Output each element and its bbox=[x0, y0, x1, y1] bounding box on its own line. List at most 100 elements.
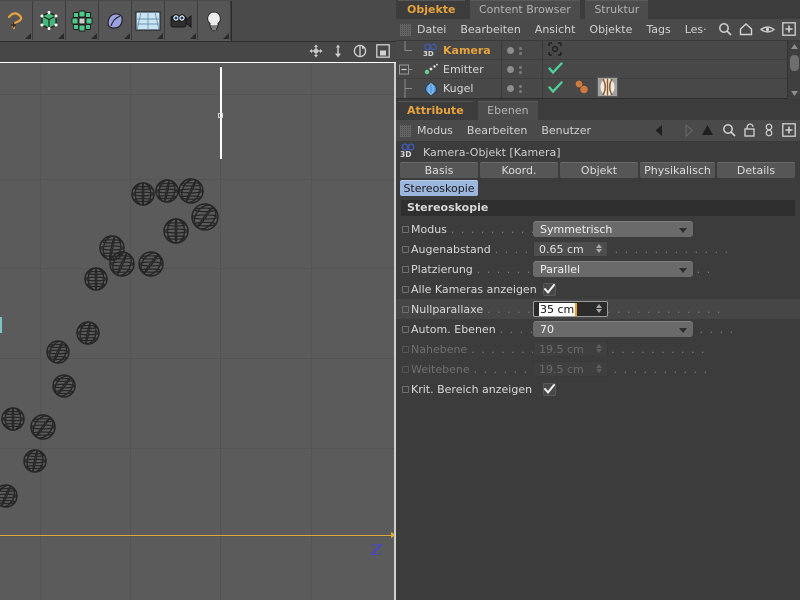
plus-box-icon[interactable] bbox=[782, 22, 796, 39]
material-tag-dots-icon[interactable] bbox=[574, 79, 592, 98]
object-name[interactable]: Kamera bbox=[440, 44, 491, 57]
visibility-dot[interactable] bbox=[507, 66, 514, 73]
menu-benutzer[interactable]: Benutzer bbox=[541, 124, 591, 137]
back-arrow-icon[interactable] bbox=[655, 124, 670, 140]
animation-track-bullet-nullparallaxe[interactable] bbox=[402, 305, 409, 313]
checkbox-krit-bereich-anzeigen[interactable] bbox=[543, 382, 556, 396]
animation-track-bullet-krit-bereich-anzeigen[interactable] bbox=[402, 385, 409, 393]
menu-lesezeichen[interactable]: Les· bbox=[685, 23, 707, 36]
object-tags[interactable] bbox=[548, 77, 618, 100]
environment-floor-icon[interactable] bbox=[132, 1, 165, 40]
dropdown-modus[interactable]: Symmetrisch bbox=[533, 221, 693, 237]
table-row[interactable]: Kugel bbox=[396, 77, 800, 100]
dropdown-autom-ebenen[interactable]: 70 bbox=[533, 321, 693, 337]
check-tag-icon[interactable] bbox=[548, 80, 563, 97]
object-tags[interactable] bbox=[548, 60, 563, 79]
animation-track-bullet-autom-ebenen[interactable] bbox=[402, 325, 409, 333]
sphere-icon[interactable] bbox=[422, 82, 440, 96]
tree-connector bbox=[396, 79, 422, 98]
object-visibility-dots[interactable] bbox=[501, 60, 543, 79]
nurbs-generator-icon[interactable] bbox=[66, 1, 99, 40]
scroll-down-arrow-icon[interactable] bbox=[788, 89, 800, 98]
tab-attribute[interactable]: Attribute bbox=[398, 101, 473, 120]
camera-3d-icon[interactable]: 3D bbox=[422, 42, 440, 58]
forward-arrow-icon[interactable] bbox=[678, 123, 694, 140]
light-icon[interactable] bbox=[198, 1, 231, 40]
plus-box-icon[interactable] bbox=[782, 123, 796, 140]
cube-primitive-icon[interactable] bbox=[33, 1, 66, 40]
object-visibility-dots[interactable] bbox=[501, 41, 543, 60]
viewport[interactable]: Z bbox=[0, 42, 396, 600]
visibility-dot[interactable] bbox=[507, 47, 514, 54]
tab-details[interactable]: Details bbox=[717, 162, 795, 178]
visibility-dots-small[interactable] bbox=[519, 84, 522, 93]
move-icon[interactable] bbox=[309, 44, 323, 61]
spinner-weitebene bbox=[596, 364, 602, 373]
object-name[interactable]: Kugel bbox=[440, 82, 473, 95]
animation-track-bullet-alle-kameras-anzeigen[interactable] bbox=[402, 285, 409, 293]
check-tag-icon[interactable] bbox=[548, 61, 563, 78]
material-thumbnail-icon[interactable] bbox=[597, 77, 618, 100]
animation-track-bullet-weitebene[interactable] bbox=[402, 365, 409, 373]
eye-icon[interactable] bbox=[759, 24, 776, 38]
spline-tool-icon[interactable] bbox=[0, 1, 33, 40]
drag-grip-icon[interactable] bbox=[400, 124, 411, 137]
tree-expand-toggle[interactable] bbox=[396, 60, 422, 79]
crosshair-tag-icon[interactable] bbox=[548, 42, 562, 59]
checkbox-alle-kameras-anzeigen[interactable] bbox=[543, 282, 556, 296]
parameter-row-alle-kameras-anzeigen: Alle Kameras anzeigen bbox=[396, 279, 800, 299]
number-input-augenabstand[interactable]: 0.65 cm bbox=[533, 241, 608, 257]
deformer-icon[interactable] bbox=[99, 1, 132, 40]
emitter-icon[interactable] bbox=[422, 63, 440, 76]
animation-track-bullet-augenabstand[interactable] bbox=[402, 245, 409, 253]
spinner-augenabstand[interactable] bbox=[596, 244, 602, 253]
scroll-up-arrow-icon[interactable] bbox=[788, 42, 800, 51]
visibility-dots-small[interactable] bbox=[519, 65, 522, 74]
scrollbar-thumb[interactable] bbox=[790, 55, 799, 71]
up-arrow-icon[interactable] bbox=[701, 124, 714, 140]
object-list-scrollbar[interactable] bbox=[787, 41, 800, 99]
table-row[interactable]: 3D Kamera bbox=[396, 40, 800, 60]
dropdown-platzierung[interactable]: Parallel bbox=[533, 261, 693, 277]
home-icon[interactable] bbox=[739, 22, 753, 39]
tab-objekte[interactable]: Objekte bbox=[398, 0, 465, 19]
object-tags[interactable] bbox=[548, 41, 562, 60]
object-name[interactable]: Emitter bbox=[440, 63, 484, 76]
visibility-dots-small[interactable] bbox=[519, 46, 522, 55]
animation-track-bullet-nahebene[interactable] bbox=[402, 345, 409, 353]
menu-ansicht[interactable]: Ansicht bbox=[535, 23, 576, 36]
tab-stereoskopie[interactable]: Stereoskopie bbox=[400, 180, 478, 196]
animation-track-bullet-platzierung[interactable] bbox=[402, 265, 409, 273]
menu-objekte[interactable]: Objekte bbox=[589, 23, 632, 36]
scale-icon[interactable] bbox=[332, 44, 344, 61]
parameter-field-wrap-nahebene: 19.5 cm bbox=[533, 341, 608, 357]
camera-icon[interactable] bbox=[165, 1, 198, 40]
tab-content-browser[interactable]: Content Browser bbox=[470, 0, 580, 19]
unlock-icon[interactable] bbox=[744, 123, 756, 140]
menu-tags[interactable]: Tags bbox=[646, 23, 670, 36]
tab-koord[interactable]: Koord. bbox=[480, 162, 558, 178]
search-icon[interactable] bbox=[718, 22, 732, 39]
tab-objekt[interactable]: Objekt bbox=[560, 162, 638, 178]
drag-grip-icon[interactable] bbox=[400, 23, 411, 36]
object-visibility-dots[interactable] bbox=[501, 79, 543, 98]
visibility-dot[interactable] bbox=[507, 85, 514, 92]
tab-physikalisch[interactable]: Physikalisch bbox=[640, 162, 715, 178]
maximize-icon[interactable] bbox=[376, 44, 390, 61]
menu-bearbeiten[interactable]: Bearbeiten bbox=[467, 124, 527, 137]
tab-struktur[interactable]: Struktur bbox=[585, 0, 649, 19]
menu-bearbeiten[interactable]: Bearbeiten bbox=[460, 23, 520, 36]
parameter-row-krit-bereich-anzeigen: Krit. Bereich anzeigen bbox=[396, 379, 800, 399]
rotate-icon[interactable] bbox=[353, 44, 367, 61]
link-icon[interactable] bbox=[764, 123, 774, 140]
spinner-nullparallaxe[interactable] bbox=[596, 304, 602, 313]
object-manager-list[interactable]: 3D Kamera Emitter Kugel bbox=[396, 40, 800, 100]
search-icon[interactable] bbox=[722, 123, 736, 140]
animation-track-bullet-modus[interactable] bbox=[402, 225, 409, 233]
number-input-nullparallaxe[interactable]: 35 cm bbox=[533, 301, 608, 317]
tab-basis[interactable]: Basis bbox=[400, 162, 478, 178]
tab-ebenen[interactable]: Ebenen bbox=[478, 101, 538, 120]
menu-datei[interactable]: Datei bbox=[417, 23, 446, 36]
viewport-canvas[interactable]: Z bbox=[0, 64, 396, 600]
menu-modus[interactable]: Modus bbox=[417, 124, 453, 137]
